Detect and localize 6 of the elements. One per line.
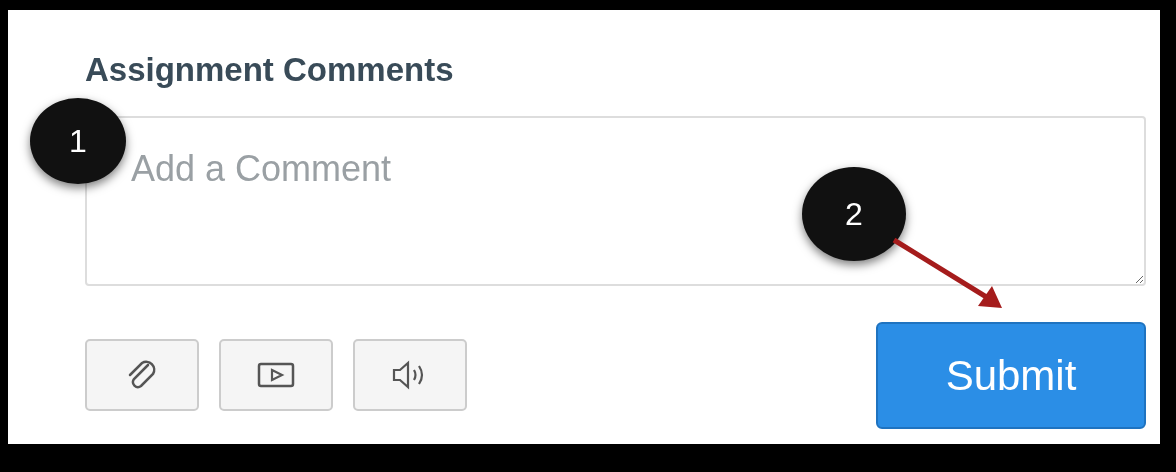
callout-badge: 1 [30,98,126,184]
submit-button[interactable]: Submit [876,322,1146,429]
attach-button[interactable] [85,339,199,411]
media-button[interactable] [219,339,333,411]
section-heading: Assignment Comments [85,52,455,88]
audio-button[interactable] [353,339,467,411]
